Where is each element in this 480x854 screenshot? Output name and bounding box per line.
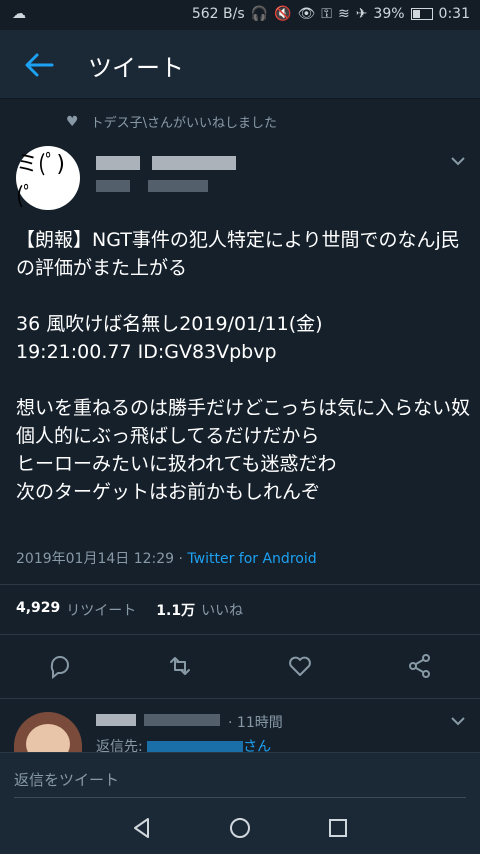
battery-percent: 39% (373, 6, 405, 22)
nav-back-icon[interactable] (130, 816, 154, 840)
wifi-icon: ≋ (337, 6, 350, 22)
cloud-icon: ☁ (12, 6, 26, 22)
status-bar: ☁ 562 B/s 🎧 🔇 👁 ⚿ ≋ ✈ 39% 0:31 (0, 0, 480, 30)
reply-input[interactable]: 返信をツイート (14, 769, 119, 790)
status-time: 0:31 (438, 6, 470, 22)
tweet-source-link[interactable]: Twitter for Android (187, 551, 316, 567)
eye-icon: 👁 (297, 6, 316, 22)
net-speed: 562 B/s (191, 6, 245, 22)
status-right: 562 B/s 🎧 🔇 👁 ⚿ ≋ ✈ 39% 0:31 (192, 6, 470, 22)
headphones-icon: 🎧 (250, 6, 269, 22)
share-icon[interactable] (406, 652, 434, 680)
app-bar: ツイート (0, 30, 480, 99)
avatar[interactable]: ミ(ﾟ)(ﾟ (16, 146, 80, 210)
divider (0, 584, 480, 585)
liked-by-row[interactable]: ♥ トデス子\さんがいいねしました (66, 112, 277, 132)
tweet-date: 2019年01月14日 12:29 · (16, 551, 188, 567)
nav-home-icon[interactable] (228, 816, 252, 840)
divider (0, 634, 480, 635)
tweet-actions (0, 652, 480, 682)
tweet-stats: 4,929 リツイート 1.1万 いいね (16, 600, 243, 620)
retweet-count[interactable]: 4,929 (16, 600, 60, 620)
divider (0, 698, 480, 699)
nav-recents-icon[interactable] (326, 816, 350, 840)
key-icon: ⚿ (321, 6, 332, 22)
liked-by-text: トデス子\さんがいいねしました (90, 116, 277, 131)
like-count[interactable]: 1.1万 (156, 600, 195, 620)
tweet-text: 【朗報】NGT事件の犯人特定により世間でのなんj民の評価がまた上がる 36 風吹… (16, 229, 471, 503)
reply-composer: 返信をツイート (0, 752, 480, 801)
reply-time: · 11時間 (228, 715, 283, 731)
tweet-meta: 2019年01月14日 12:29 · Twitter for Android (16, 548, 317, 568)
input-underline (14, 797, 466, 798)
airplane-icon: ✈ (355, 6, 368, 22)
reply-icon[interactable] (46, 652, 74, 680)
battery-icon (410, 8, 433, 20)
arrow-left-icon[interactable] (22, 48, 56, 82)
like-label[interactable]: いいね (201, 600, 243, 620)
page-title: ツイート (88, 54, 184, 82)
heart-icon[interactable] (286, 652, 314, 680)
navigation-bar (0, 800, 480, 854)
mute-icon: 🔇 (274, 6, 292, 22)
heart-icon: ♥ (66, 113, 79, 130)
chevron-down-icon[interactable] (450, 716, 466, 726)
retweet-label[interactable]: リツイート (66, 600, 136, 620)
retweet-icon[interactable] (166, 652, 194, 680)
chevron-down-icon[interactable] (450, 156, 466, 166)
